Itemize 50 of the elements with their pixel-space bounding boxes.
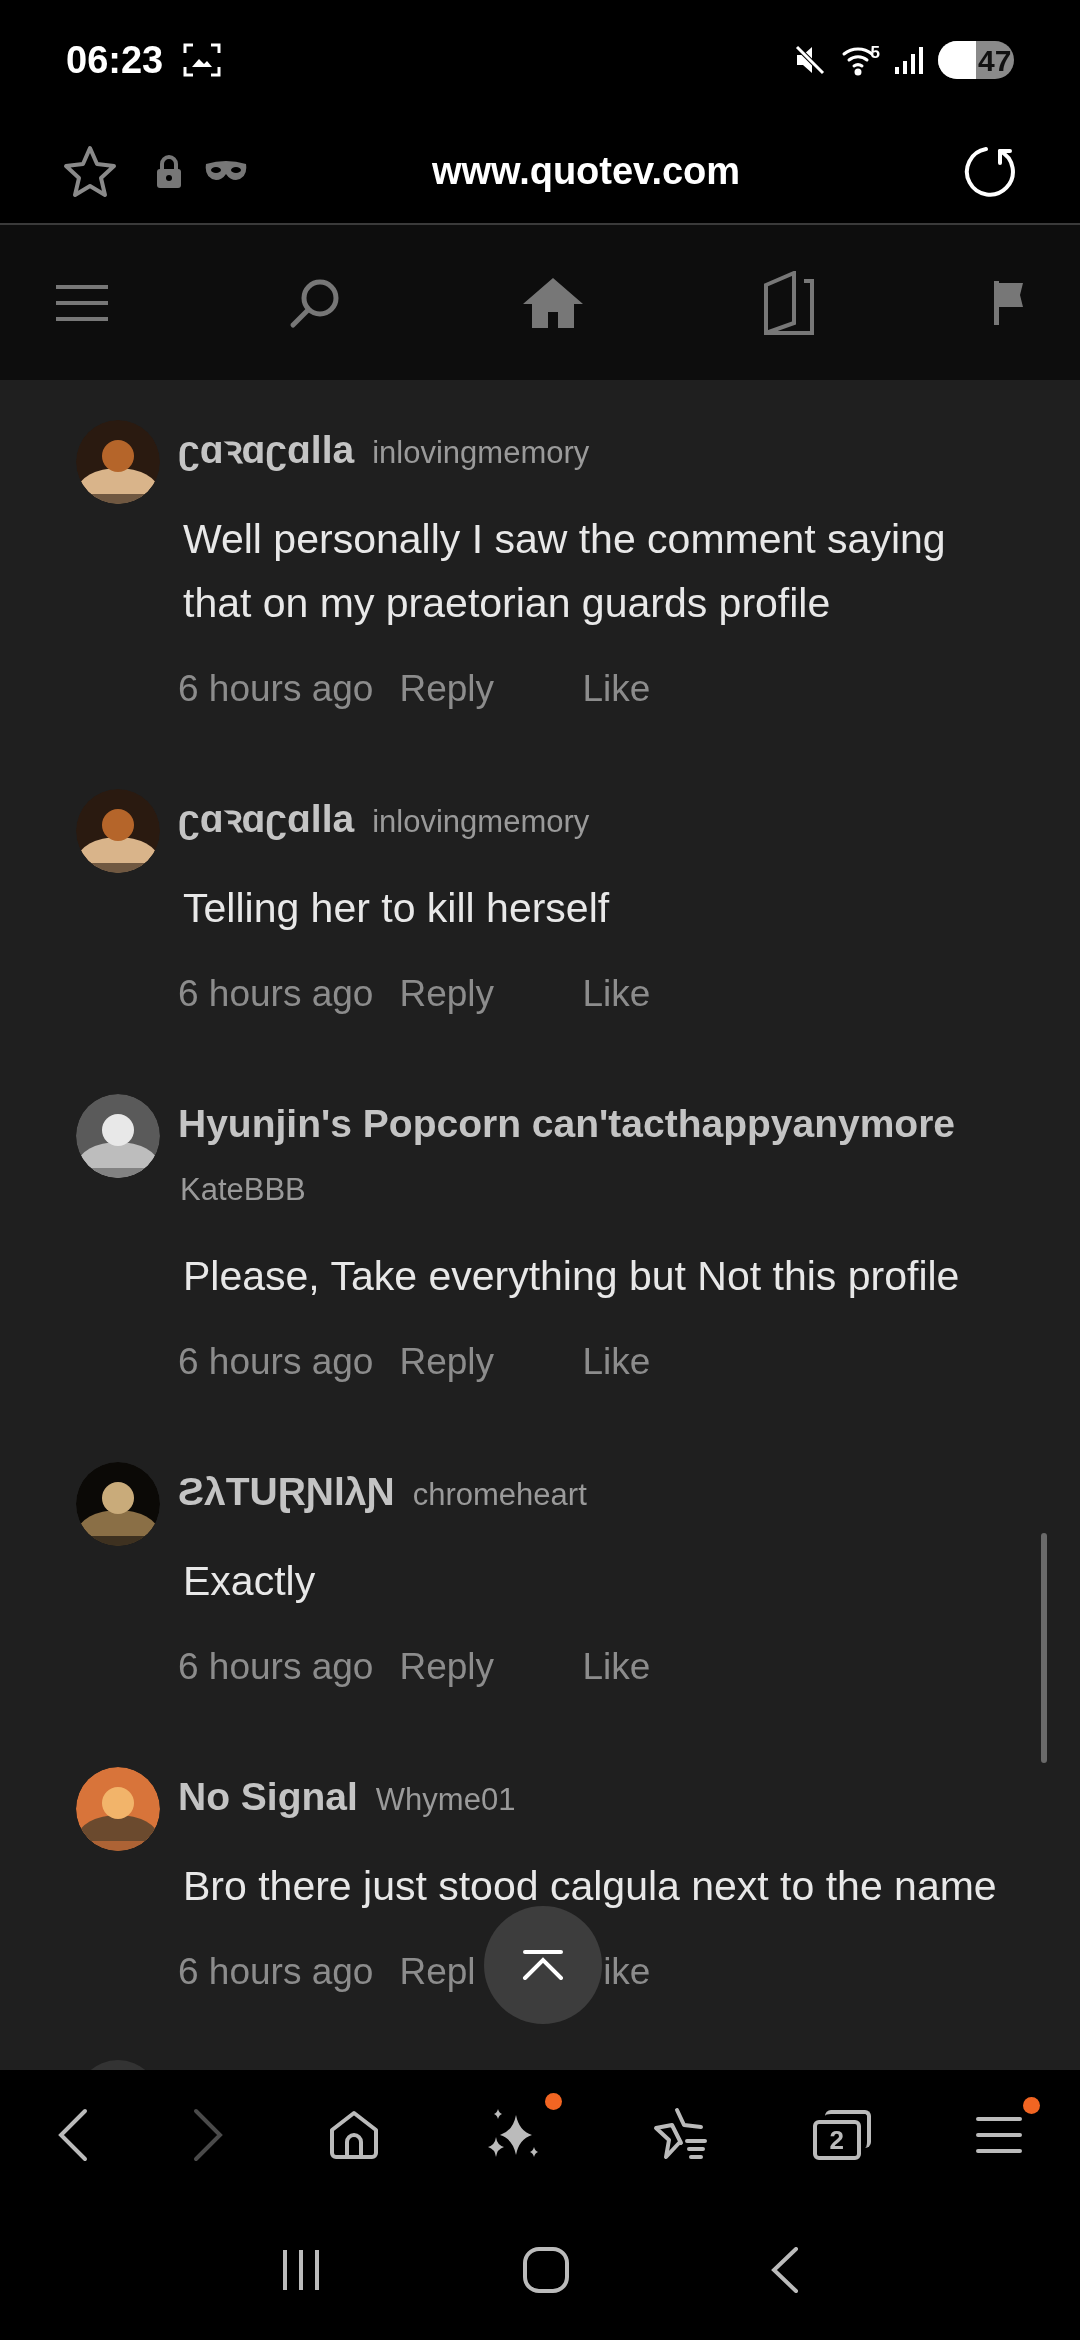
battery-indicator: 47 [938,41,1014,79]
flag-icon[interactable] [994,280,1024,325]
like-link[interactable]: Like [582,1637,651,1697]
url-text[interactable]: www.quotev.com [248,143,924,200]
menu-icon[interactable] [56,282,108,323]
timestamp: 6 hours ago [178,1340,374,1384]
home-button-icon[interactable] [523,2247,569,2293]
display-name[interactable]: ʗɑꝛɑʗɑlla [178,789,355,849]
reply-link[interactable]: Reply [399,1341,495,1382]
username[interactable]: inlovingmemory [370,792,590,852]
comment-text: Exactly [182,1557,317,1606]
book-icon[interactable] [764,270,814,335]
network-type-label: 5 [870,44,880,61]
menu-icon[interactable] [975,2115,1022,2155]
signal-icon [894,45,924,75]
comment-text: Telling her to kill herself [182,884,611,933]
like-link[interactable]: ike [603,1942,651,2002]
reply-link[interactable]: Reply [399,973,495,1014]
home-icon[interactable] [522,275,584,330]
timestamp: 6 hours ago [178,1645,374,1689]
display-name[interactable]: No Signal [178,1767,358,1827]
timestamp: 6 hours ago [178,667,374,711]
star-icon[interactable] [62,144,118,199]
like-link[interactable]: Like [582,659,651,719]
comment-text: Please, Take everything but Not this profile [182,1252,961,1301]
username[interactable]: Whyme01 [373,1770,516,1830]
back-icon[interactable] [771,2247,799,2293]
username[interactable]: inlovingmemory [370,423,590,483]
reply-link[interactable]: Repl [399,1951,476,1992]
recent-apps-icon[interactable] [281,2248,321,2292]
back-icon[interactable] [58,2108,88,2162]
like-link[interactable]: Like [582,964,651,1024]
lock-icon [156,154,182,189]
timestamp: 6 hours ago [178,1950,374,1994]
reply-link[interactable]: Reply [399,1646,495,1687]
reply-link[interactable]: Reply [399,668,495,709]
username[interactable]: KateBBB [178,1160,306,1220]
status-time: 06:23 [66,37,164,83]
comment-text: Well personally I saw the comment saying that on my praetorian guards profile [182,515,947,628]
home-icon[interactable] [328,2110,379,2160]
chevron-up-icon [521,1950,565,1980]
display-name[interactable]: ʗɑꝛɑʗɑlla [178,420,355,480]
timestamp: 6 hours ago [178,972,374,1016]
comment-text: Bro there just stood calgula next to the name [182,1862,997,1911]
like-link[interactable]: Like [582,1332,651,1392]
screenshot-icon [183,43,222,77]
display-name[interactable]: Hyunjin's Popcorn can'tacthappyanymore [178,1094,956,1154]
display-name[interactable]: ƧλTUⱤƝlλƝ [178,1462,395,1522]
username[interactable]: chromeheart [410,1465,587,1525]
reload-icon[interactable] [964,144,1018,199]
